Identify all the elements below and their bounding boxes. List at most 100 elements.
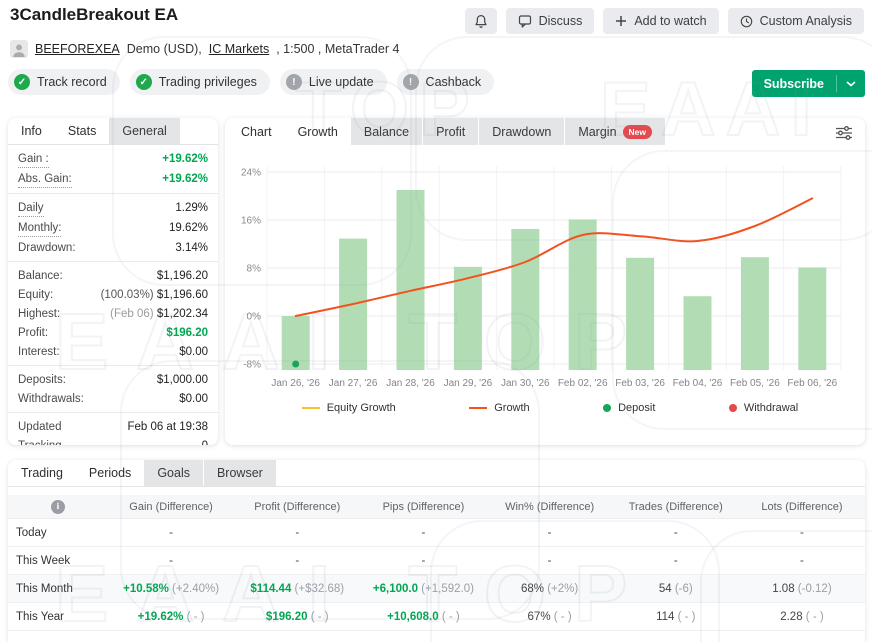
row-label: Today xyxy=(8,527,108,539)
stat-group: Gain :+19.62% Abs. Gain: +19.62% xyxy=(8,145,218,193)
cell-extra: (-0.12) xyxy=(795,583,832,595)
table-row-today: Today - - - - - - xyxy=(8,519,865,547)
legend-item-withdrawal[interactable]: Withdrawal xyxy=(729,402,798,414)
cell: 68% (+2%) xyxy=(487,583,613,595)
cell-main: - xyxy=(674,527,678,539)
cell-extra: ( - ) xyxy=(183,611,204,623)
stat-main: $0.00 xyxy=(179,393,208,405)
periods-tab-browser[interactable]: Browser xyxy=(204,460,277,486)
add-to-watch-button[interactable]: Add to watch xyxy=(603,8,718,34)
stat-row-gain: Gain :+19.62% xyxy=(18,149,208,169)
chart-tab-drawdown[interactable]: Drawdown xyxy=(479,118,565,145)
notifications-button[interactable] xyxy=(465,8,497,34)
stat-main: Feb 06 at 19:38 xyxy=(127,421,208,433)
stats-tab-info[interactable]: Info xyxy=(8,118,55,144)
stats-tab-stats[interactable]: Stats xyxy=(55,118,110,144)
stat-row-monthly: Monthly: 19.62% xyxy=(18,218,208,238)
exclamation-icon: ! xyxy=(403,74,419,90)
cell-main: - xyxy=(674,555,678,567)
stat-group: Balance:$1,196.20Equity:(100.03%) $1,196… xyxy=(8,261,218,365)
button-label: Custom Analysis xyxy=(760,14,852,28)
column-header-profit-difference: Profit (Difference) xyxy=(234,501,360,513)
stat-label[interactable]: Monthly: xyxy=(18,220,61,237)
stat-value: 3.14% xyxy=(175,240,208,256)
cell-main: $196.20 xyxy=(266,611,308,623)
periods-tab-trading[interactable]: Trading xyxy=(8,460,76,486)
subscribe-button[interactable]: Subscribe xyxy=(752,70,865,97)
filter-icon[interactable] xyxy=(835,125,853,146)
chart-tab-margin[interactable]: Margin New xyxy=(565,118,666,145)
tab-label: Info xyxy=(21,124,42,138)
cell-main: - xyxy=(422,527,426,539)
chart-tab-growth[interactable]: Growth xyxy=(285,118,351,145)
legend-dot-swatch xyxy=(729,404,737,412)
stat-main: 1.29% xyxy=(175,202,208,214)
plus-icon xyxy=(615,15,627,27)
tab-label: Goals xyxy=(157,466,190,480)
discuss-button[interactable]: Discuss xyxy=(506,8,595,34)
page-title: 3CandleBreakout EA xyxy=(10,5,178,25)
stat-main: +19.62% xyxy=(162,173,208,185)
svg-text:Feb 04, '26: Feb 04, '26 xyxy=(673,378,723,389)
stat-main: $1,202.34 xyxy=(157,308,208,320)
legend-label: Equity Growth xyxy=(327,402,396,414)
cell: $196.20 ( - ) xyxy=(234,611,360,623)
account-name-link[interactable]: BEEFOREXEA xyxy=(35,42,120,56)
periods-tab-goals[interactable]: Goals xyxy=(144,460,204,486)
new-badge: New xyxy=(623,125,652,139)
info-column-header: i xyxy=(8,500,108,514)
stat-value: $0.00 xyxy=(179,391,208,407)
stat-label[interactable]: Gain : xyxy=(18,151,49,168)
stat-row-highest: Highest:(Feb 06) $1,202.34 xyxy=(18,304,208,323)
legend-item-equity-growth[interactable]: Equity Growth xyxy=(302,402,396,414)
legend-label: Withdrawal xyxy=(744,402,798,414)
legend-item-deposit[interactable]: Deposit xyxy=(603,402,655,414)
chart-tab-profit[interactable]: Profit xyxy=(423,118,479,145)
svg-text:Feb 02, '26: Feb 02, '26 xyxy=(558,378,608,389)
cell: 1.08 (-0.12) xyxy=(739,583,865,595)
cell-main: - xyxy=(169,527,173,539)
legend-item-growth[interactable]: Growth xyxy=(469,402,529,414)
stat-value: (Feb 06) $1,202.34 xyxy=(110,306,208,322)
cell-main: - xyxy=(548,527,552,539)
button-label: Discuss xyxy=(539,14,583,28)
stat-label[interactable]: Abs. Gain: xyxy=(18,171,72,188)
tab-label: Browser xyxy=(217,466,263,480)
cell-main: 68% xyxy=(521,583,544,595)
stat-extra: (100.03%) xyxy=(101,289,157,301)
tab-label: Chart xyxy=(241,125,272,139)
chart-tab-chart[interactable]: Chart xyxy=(228,118,285,145)
svg-text:Jan 28, '26: Jan 28, '26 xyxy=(386,378,435,389)
stat-row-deposits: Deposits:$1,000.00 xyxy=(18,370,208,389)
svg-text:24%: 24% xyxy=(241,168,261,179)
custom-analysis-button[interactable]: Custom Analysis xyxy=(728,8,864,34)
chart-legend: Equity Growth Growth Deposit Withdrawal xyxy=(265,402,835,414)
stat-value: 19.62% xyxy=(169,220,208,236)
chevron-down-icon[interactable] xyxy=(836,75,865,92)
cell: 114 ( - ) xyxy=(613,611,739,623)
column-header-trades-difference: Trades (Difference) xyxy=(613,501,739,513)
chart-tab-balance[interactable]: Balance xyxy=(351,118,423,145)
cell-main: +6,100.0 xyxy=(373,583,418,595)
cell: +19.62% ( - ) xyxy=(108,611,234,623)
top-buttons: Discuss Add to watch Custom Analysis xyxy=(465,8,864,34)
cell: - xyxy=(739,527,865,539)
cell-main: $114.44 xyxy=(250,583,291,595)
cell: - xyxy=(234,527,360,539)
cell-main: 2.28 xyxy=(780,611,802,623)
cell: 54 (-6) xyxy=(613,583,739,595)
tab-label: Margin xyxy=(578,125,616,139)
legend-label: Growth xyxy=(494,402,529,414)
stat-label[interactable]: Daily xyxy=(18,200,44,217)
stat-label: Drawdown: xyxy=(18,240,76,256)
cell-extra: ( - ) xyxy=(551,611,572,623)
info-icon[interactable]: i xyxy=(51,500,65,514)
stat-row-interest: Interest:$0.00 xyxy=(18,342,208,361)
stat-main: $1,196.20 xyxy=(157,270,208,282)
broker-link[interactable]: IC Markets xyxy=(209,42,269,56)
stats-tab-general[interactable]: General xyxy=(109,118,180,144)
tab-label: General xyxy=(122,124,166,138)
periods-tab-periods[interactable]: Periods xyxy=(76,460,144,486)
account-type: Demo (USD), xyxy=(127,42,202,56)
table-row-this-week: This Week------ xyxy=(8,547,865,575)
